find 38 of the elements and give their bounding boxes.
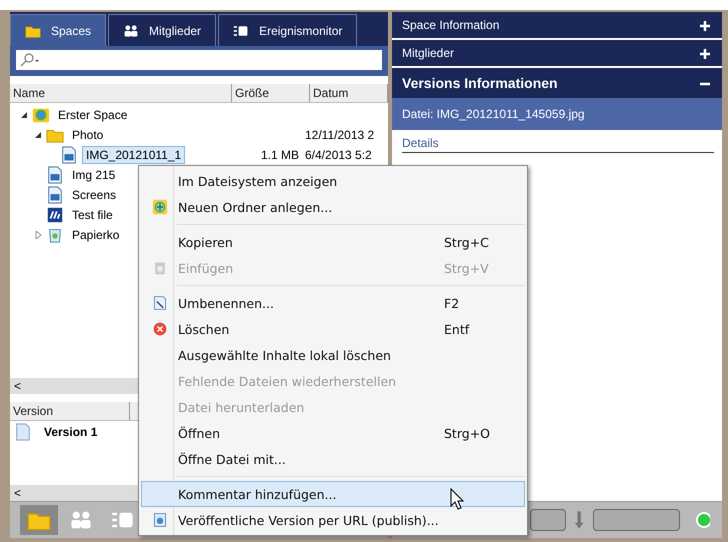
scroll-left-arrow[interactable]: < (14, 379, 22, 393)
item-name[interactable]: Img 215 (68, 166, 120, 184)
scroll-left-arrow[interactable]: < (14, 486, 22, 500)
menu-item[interactable]: Veröffentliche Version per URL (publish)... (141, 507, 525, 533)
item-name[interactable]: Test file (68, 206, 117, 224)
panel-title: Space Information (402, 18, 500, 32)
tab[interactable]: Ereignismonitor (218, 14, 358, 46)
menu-item[interactable]: Kommentar hinzufügen... (141, 481, 525, 507)
size-cell-text: 1.1 MB (260, 148, 300, 162)
panel-header[interactable]: Mitglieder (392, 40, 722, 66)
item-name[interactable]: Erster Space (54, 106, 132, 124)
column-header[interactable]: Datum (310, 84, 388, 102)
menu-item[interactable]: Öffnen Strg+O (141, 420, 525, 446)
menu-item[interactable]: Ausgewählte Inhalte lokal löschen (141, 342, 525, 368)
item-name[interactable]: IMG_20121011_1 (82, 146, 186, 164)
menu-item[interactable]: Löschen Entf (141, 316, 525, 342)
file-name: Datei: IMG_20121011_145059.jpg (402, 107, 585, 121)
version-name[interactable]: Version 1 (44, 425, 98, 439)
menu-item[interactable]: Neuen Ordner anlegen... (141, 194, 525, 220)
details-link[interactable]: Details (402, 136, 714, 153)
menu-item[interactable]: Kopieren Strg+C (141, 229, 525, 255)
item-name[interactable]: Photo (68, 126, 108, 144)
column-header[interactable]: Größe (232, 84, 310, 102)
menu-item[interactable]: Öffne Datei mit... (141, 446, 525, 472)
panel-header[interactable]: Versions Informationen (392, 68, 722, 98)
menu-item[interactable]: Im Dateisystem anzeigen (141, 168, 525, 194)
item-name[interactable]: Screens (68, 186, 120, 204)
date-cell-text: 6/4/2013 5:2 (304, 148, 373, 162)
item-name[interactable]: Papierko (68, 226, 124, 244)
column-header[interactable]: Name (10, 84, 232, 102)
menu-item[interactable]: Umbenennen... F2 (141, 290, 525, 316)
tab[interactable]: Mitglieder (108, 14, 216, 46)
date-cell-text: 12/11/2013 2 (304, 128, 376, 142)
panel-header[interactable]: Space Information (392, 12, 722, 38)
column-header[interactable]: Version (10, 402, 130, 420)
panel-title: Mitglieder (402, 46, 454, 60)
panel-title: Versions Informationen (402, 75, 558, 91)
tab[interactable]: Spaces (10, 14, 106, 46)
